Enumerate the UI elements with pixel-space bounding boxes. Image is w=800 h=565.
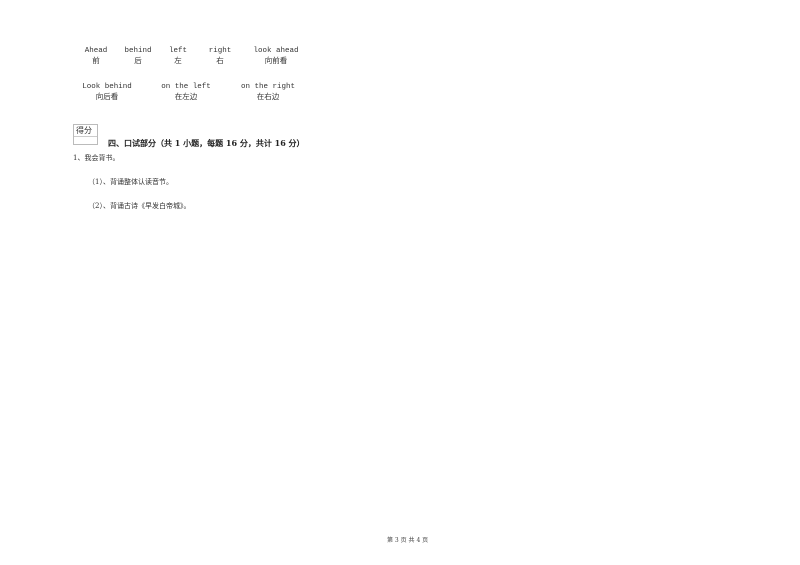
vocab-chinese: 向前看 bbox=[264, 56, 288, 65]
vocab-english: left bbox=[168, 47, 187, 55]
vocab-chinese: 在左边 bbox=[174, 92, 198, 101]
vocab-english: look ahead bbox=[253, 47, 299, 55]
vocab-chinese: 右 bbox=[216, 56, 224, 65]
vocab-item: look ahead 向前看 bbox=[252, 46, 300, 66]
question-text: 1、我会背书。 bbox=[73, 154, 120, 162]
vocab-item: left 左 bbox=[166, 46, 190, 66]
vocab-english: Look behind bbox=[82, 83, 132, 91]
vocab-chinese: 左 bbox=[174, 56, 182, 65]
vocab-chinese: 在右边 bbox=[256, 92, 280, 101]
vocab-chinese: 向后看 bbox=[95, 92, 119, 101]
score-label: 得分 bbox=[74, 125, 97, 137]
vocab-chinese: 后 bbox=[134, 56, 142, 65]
question-item: （1）、背诵整体认读音节。 bbox=[88, 178, 173, 186]
vocab-item: Ahead 前 bbox=[82, 46, 110, 66]
vocab-item: Look behind 向后看 bbox=[82, 82, 132, 102]
score-box: 得分 bbox=[73, 124, 98, 145]
vocab-item: on the right 在右边 bbox=[239, 82, 297, 102]
vocab-english: on the right bbox=[240, 83, 295, 91]
vocab-english: behind bbox=[124, 47, 152, 55]
vocab-english: Ahead bbox=[84, 47, 108, 55]
vocab-chinese: 前 bbox=[92, 56, 100, 65]
section-title: 四、口试部分（共 1 小题，每题 16 分，共计 16 分） bbox=[108, 138, 305, 148]
vocab-english: right bbox=[208, 47, 232, 55]
vocab-item: behind 后 bbox=[123, 46, 153, 66]
question-item: （2）、背诵古诗《早发白帝城》。 bbox=[88, 202, 191, 210]
vocab-english: on the left bbox=[161, 83, 211, 91]
vocab-item: right 右 bbox=[206, 46, 234, 66]
page-footer: 第 3 页 共 4 页 bbox=[387, 537, 429, 544]
vocab-item: on the left 在左边 bbox=[159, 82, 213, 102]
